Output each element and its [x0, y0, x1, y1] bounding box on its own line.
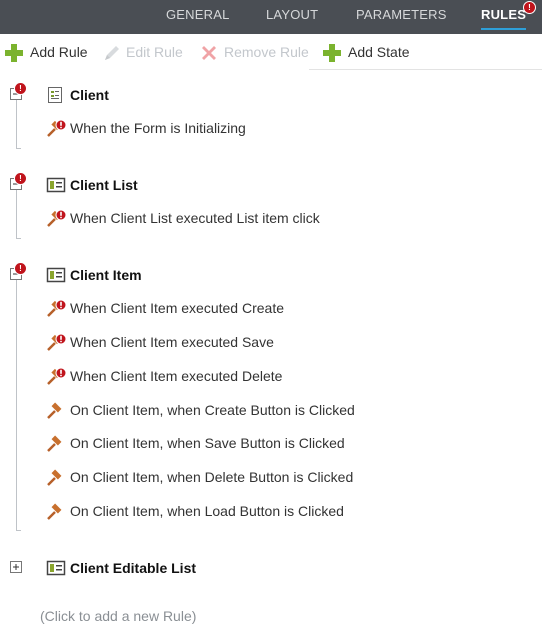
add-state-button[interactable]: Add State [322, 34, 417, 70]
form-icon [48, 87, 62, 103]
collapse-toggle-client[interactable]: ! [10, 82, 27, 102]
tree-line [16, 238, 21, 239]
tab-layout[interactable]: LAYOUT [266, 0, 318, 34]
tree-line [16, 148, 21, 149]
tree-line [16, 100, 17, 148]
rule-label: On Client Item, when Create Button is Cl… [70, 402, 355, 418]
rule-label: When Client Item executed Save [70, 334, 274, 350]
edit-rule-button[interactable]: Edit Rule [102, 34, 190, 70]
tree-line [16, 530, 21, 531]
group-title: Client Editable List [70, 560, 197, 576]
add-rule-label: Add Rule [30, 44, 88, 60]
rules-error-badge: ! [523, 1, 536, 14]
gavel-icon [47, 435, 62, 452]
toolbar-divider [309, 69, 542, 70]
plus-icon [323, 44, 341, 62]
rule-label: On Client Item, when Save Button is Clic… [70, 435, 345, 451]
group-title: Client [70, 87, 109, 103]
pencil-icon [105, 46, 119, 60]
rule-error-icon [47, 119, 67, 137]
tab-general[interactable]: GENERAL [166, 0, 230, 34]
rule-error-icon [47, 333, 67, 351]
add-state-label: Add State [348, 44, 410, 60]
tab-bar: GENERAL LAYOUT PARAMETERS RULES ! [0, 0, 542, 34]
rule-label: When Client Item executed Delete [70, 368, 283, 384]
view-icon [46, 267, 66, 283]
tab-rules-label: RULES [481, 7, 527, 22]
expand-toggle-client-editable-list[interactable] [10, 561, 24, 575]
rule-label: On Client Item, when Delete Button is Cl… [70, 469, 354, 485]
rule-error-icon [47, 299, 67, 317]
tab-parameters[interactable]: PARAMETERS [356, 0, 447, 34]
collapse-toggle-client-list[interactable]: ! [10, 172, 27, 192]
tree-line [16, 280, 17, 530]
rule-error-icon [47, 209, 67, 227]
tab-rules[interactable]: RULES [481, 0, 527, 34]
view-icon [46, 560, 66, 576]
group-title: Client List [70, 177, 138, 193]
group-title: Client Item [70, 267, 142, 283]
rule-label: When the Form is Initializing [70, 120, 246, 136]
gavel-icon [47, 503, 62, 520]
error-icon: ! [14, 172, 27, 185]
plus-box-icon [10, 561, 22, 573]
remove-x-icon [202, 46, 216, 60]
rule-label: When Client Item executed Create [70, 300, 284, 316]
tree-line [16, 190, 17, 238]
view-icon [46, 177, 66, 193]
remove-rule-button[interactable]: Remove Rule [199, 34, 311, 70]
gavel-icon [47, 402, 62, 419]
collapse-toggle-client-item[interactable]: ! [10, 262, 27, 282]
edit-rule-label: Edit Rule [126, 44, 183, 60]
gavel-icon [47, 469, 62, 486]
remove-rule-label: Remove Rule [224, 44, 309, 60]
plus-icon [5, 44, 23, 62]
rules-toolbar: Add Rule Edit Rule Remove Rule Add State [0, 34, 542, 70]
active-tab-indicator [481, 28, 527, 30]
error-icon: ! [14, 262, 27, 275]
error-icon: ! [14, 82, 27, 95]
add-rule-button[interactable]: Add Rule [4, 34, 94, 70]
add-new-rule-link[interactable]: (Click to add a new Rule) [40, 608, 196, 624]
rule-error-icon [47, 367, 67, 385]
rule-label: On Client Item, when Load Button is Clic… [70, 503, 344, 519]
rule-label: When Client List executed List item clic… [70, 210, 320, 226]
